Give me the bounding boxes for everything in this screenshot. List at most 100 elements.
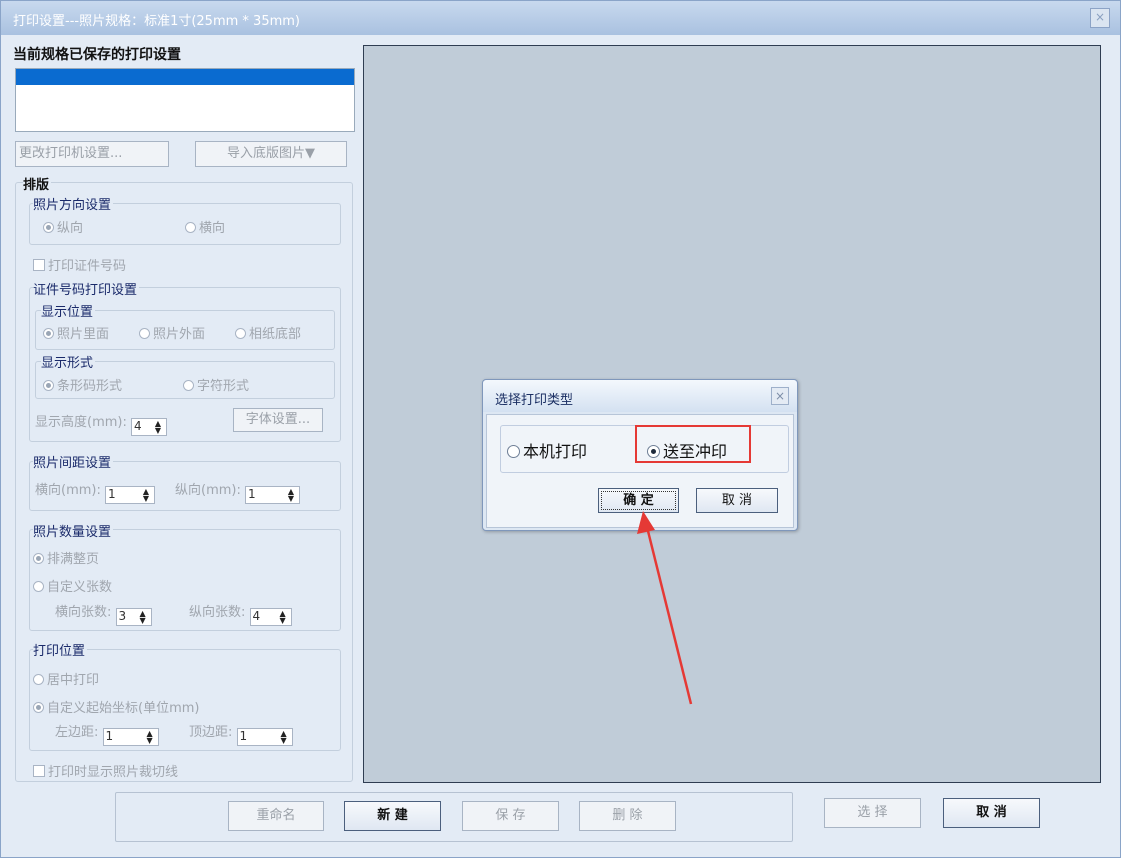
custom-origin-radio[interactable]: 自定义起始坐标(单位mm): [33, 697, 199, 716]
radio-icon: [139, 328, 150, 339]
new-button[interactable]: 新 建: [344, 801, 441, 831]
display-height-spinner[interactable]: 4 ▲ ▼: [131, 418, 167, 436]
custom-count-radio[interactable]: 自定义张数: [33, 576, 112, 595]
radio-icon: [183, 380, 194, 391]
custom-origin-label: 自定义起始坐标(单位mm): [47, 701, 200, 716]
spacing-horizontal-value: 1: [108, 487, 116, 501]
paper-bottom-label: 相纸底部: [249, 327, 302, 342]
spacing-horizontal-spinner[interactable]: 1 ▲ ▼: [105, 486, 155, 504]
barcode-label: 条形码形式: [57, 379, 123, 394]
barcode-radio[interactable]: 条形码形式: [43, 375, 122, 394]
close-icon[interactable]: ×: [1090, 8, 1110, 28]
count-horizontal-spinner[interactable]: 3 ▲ ▼: [115, 608, 152, 626]
center-print-label: 居中打印: [47, 673, 100, 688]
spacing-vertical-value: 1: [248, 487, 256, 501]
quantity-label: 照片数量设置: [33, 521, 114, 540]
top-margin-value: 1: [239, 729, 248, 743]
radio-icon: [235, 328, 246, 339]
cancel-button[interactable]: 取 消: [943, 798, 1040, 828]
footer-button-group: [115, 792, 793, 842]
center-print-radio[interactable]: 居中打印: [33, 669, 99, 688]
radio-icon: [43, 380, 54, 391]
font-settings-button[interactable]: 字体设置...: [233, 408, 323, 432]
portrait-radio[interactable]: 纵向: [43, 217, 83, 236]
spinner-arrows-icon[interactable]: ▲ ▼: [152, 420, 164, 435]
display-height-row: 显示高度(mm): 4 ▲ ▼: [35, 411, 167, 436]
count-vertical-value: 4: [252, 609, 261, 623]
fill-page-label: 排满整页: [47, 552, 100, 567]
checkbox-icon: [33, 765, 45, 777]
chars-radio[interactable]: 字符形式: [183, 375, 249, 394]
spinner-arrows-icon[interactable]: ▲ ▼: [144, 730, 156, 745]
landscape-label: 横向: [199, 221, 226, 236]
inside-photo-radio[interactable]: 照片里面: [43, 323, 109, 342]
window-title: 打印设置---照片规格：标准1寸(25mm * 35mm): [13, 14, 300, 29]
spinner-arrows-icon[interactable]: ▲ ▼: [277, 610, 289, 625]
spinner-arrows-icon[interactable]: ▲ ▼: [137, 610, 149, 625]
print-position-label: 打印位置: [33, 640, 88, 659]
rename-button[interactable]: 重命名: [228, 801, 324, 831]
landscape-radio[interactable]: 横向: [185, 217, 225, 236]
spacing-vertical-row: 纵向(mm): 1 ▲ ▼: [175, 479, 300, 504]
display-form-label: 显示形式: [41, 352, 96, 371]
radio-icon: [33, 553, 44, 564]
save-button[interactable]: 保 存: [462, 801, 559, 831]
top-margin-label: 顶边距:: [189, 725, 233, 740]
local-print-label: 本机打印: [523, 442, 588, 461]
count-vertical-spinner[interactable]: 4 ▲ ▼: [249, 608, 292, 626]
spacing-horizontal-row: 横向(mm): 1 ▲ ▼: [35, 479, 155, 504]
import-background-button[interactable]: 导入底版图片▼: [195, 141, 347, 167]
count-horizontal-label: 横向张数:: [55, 605, 112, 620]
dialog-title: 选择打印类型: [495, 393, 574, 408]
print-settings-window: 打印设置---照片规格：标准1寸(25mm * 35mm) × 当前规格已保存的…: [0, 0, 1121, 858]
saved-settings-list[interactable]: [15, 68, 355, 132]
outside-photo-radio[interactable]: 照片外面: [139, 323, 205, 342]
fill-page-radio[interactable]: 排满整页: [33, 548, 99, 567]
radio-icon: [33, 702, 44, 713]
title-bar: 打印设置---照片规格：标准1寸(25mm * 35mm) ×: [1, 1, 1120, 35]
display-height-value: 4: [134, 419, 142, 433]
paper-bottom-radio[interactable]: 相纸底部: [235, 323, 301, 342]
print-id-checkbox[interactable]: 打印证件号码: [33, 255, 126, 274]
dialog-title-bar: 选择打印类型 ×: [483, 380, 797, 412]
spacing-label: 照片间距设置: [33, 452, 114, 471]
saved-settings-label: 当前规格已保存的打印设置: [13, 47, 181, 63]
layout-title: 排版: [23, 174, 52, 193]
dialog-close-icon[interactable]: ×: [771, 387, 789, 405]
count-horizontal-value: 3: [118, 609, 127, 623]
local-print-radio[interactable]: 本机打印: [507, 438, 587, 462]
spinner-arrows-icon[interactable]: ▲ ▼: [278, 730, 290, 745]
delete-button[interactable]: 删 除: [579, 801, 676, 831]
checkbox-icon: [33, 259, 45, 271]
arrow-shaft: [645, 526, 693, 705]
spinner-arrows-icon[interactable]: ▲ ▼: [285, 488, 297, 503]
display-height-label: 显示高度(mm):: [35, 415, 127, 430]
left-margin-value: 1: [105, 729, 114, 743]
id-settings-label: 证件号码打印设置: [33, 279, 140, 298]
print-id-label: 打印证件号码: [48, 259, 127, 274]
custom-count-label: 自定义张数: [47, 580, 113, 595]
left-margin-spinner[interactable]: 1 ▲ ▼: [102, 728, 159, 746]
radio-icon: [507, 445, 520, 458]
annotation-highlight-box: [635, 425, 751, 463]
show-cut-lines-checkbox[interactable]: 打印时显示照片裁切线: [33, 761, 178, 780]
chars-label: 字符形式: [197, 379, 250, 394]
radio-icon: [43, 328, 54, 339]
annotation-arrow: [637, 511, 693, 705]
spinner-arrows-icon[interactable]: ▲ ▼: [140, 488, 152, 503]
top-margin-spinner[interactable]: 1 ▲ ▼: [236, 728, 293, 746]
selected-list-item[interactable]: [16, 69, 354, 85]
count-vertical-row: 纵向张数: 4 ▲ ▼: [189, 601, 292, 626]
radio-icon: [33, 674, 44, 685]
left-margin-row: 左边距: 1 ▲ ▼: [55, 721, 159, 746]
radio-icon: [33, 581, 44, 592]
spacing-vertical-spinner[interactable]: 1 ▲ ▼: [245, 486, 300, 504]
outside-photo-label: 照片外面: [153, 327, 206, 342]
left-margin-label: 左边距:: [55, 725, 99, 740]
select-button[interactable]: 选 择: [824, 798, 921, 828]
spacing-vertical-label: 纵向(mm):: [175, 483, 241, 498]
change-printer-button[interactable]: 更改打印机设置...: [15, 141, 169, 167]
count-vertical-label: 纵向张数:: [189, 605, 246, 620]
display-position-label: 显示位置: [41, 301, 96, 320]
top-margin-row: 顶边距: 1 ▲ ▼: [189, 721, 293, 746]
